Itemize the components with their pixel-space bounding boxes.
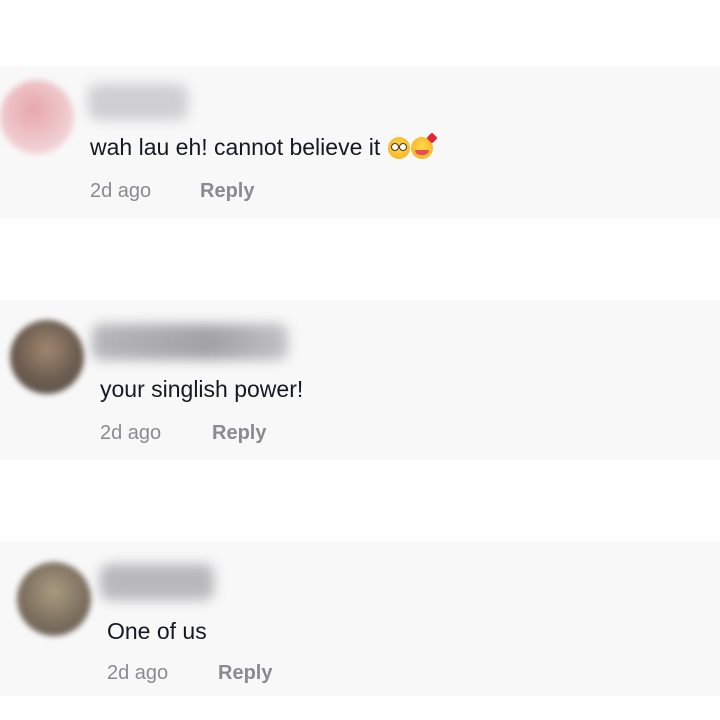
comment-timestamp: 2d ago (107, 662, 169, 684)
username-blurred[interactable] (100, 564, 214, 600)
smiling-face-with-hearts-icon (411, 136, 434, 159)
comment-timestamp: 2d ago (90, 180, 152, 202)
avatar[interactable] (17, 562, 91, 636)
reply-button[interactable]: Reply (212, 422, 266, 445)
comment-text: wah lau eh! cannot believe it (90, 134, 434, 161)
username-blurred[interactable] (88, 84, 188, 120)
comment-body: One of us (107, 618, 207, 644)
comment-body: your singlish power! (100, 376, 304, 402)
comment-text: your singlish power! (100, 376, 303, 403)
comment-text: One of us (107, 618, 207, 645)
reply-button[interactable]: Reply (200, 180, 254, 203)
avatar[interactable] (10, 320, 84, 394)
comment-card: your singlish power! 2d ago Reply (0, 300, 720, 460)
avatar[interactable] (0, 80, 74, 154)
comment-timestamp: 2d ago (100, 422, 162, 444)
flushed-face-icon (388, 136, 411, 159)
comment-body: wah lau eh! cannot believe it (90, 134, 381, 160)
username-blurred[interactable] (92, 324, 288, 360)
comment-card: wah lau eh! cannot believe it 2d ago Rep… (0, 66, 720, 218)
comment-card: One of us 2d ago Reply (0, 542, 720, 696)
reply-button[interactable]: Reply (218, 662, 272, 685)
